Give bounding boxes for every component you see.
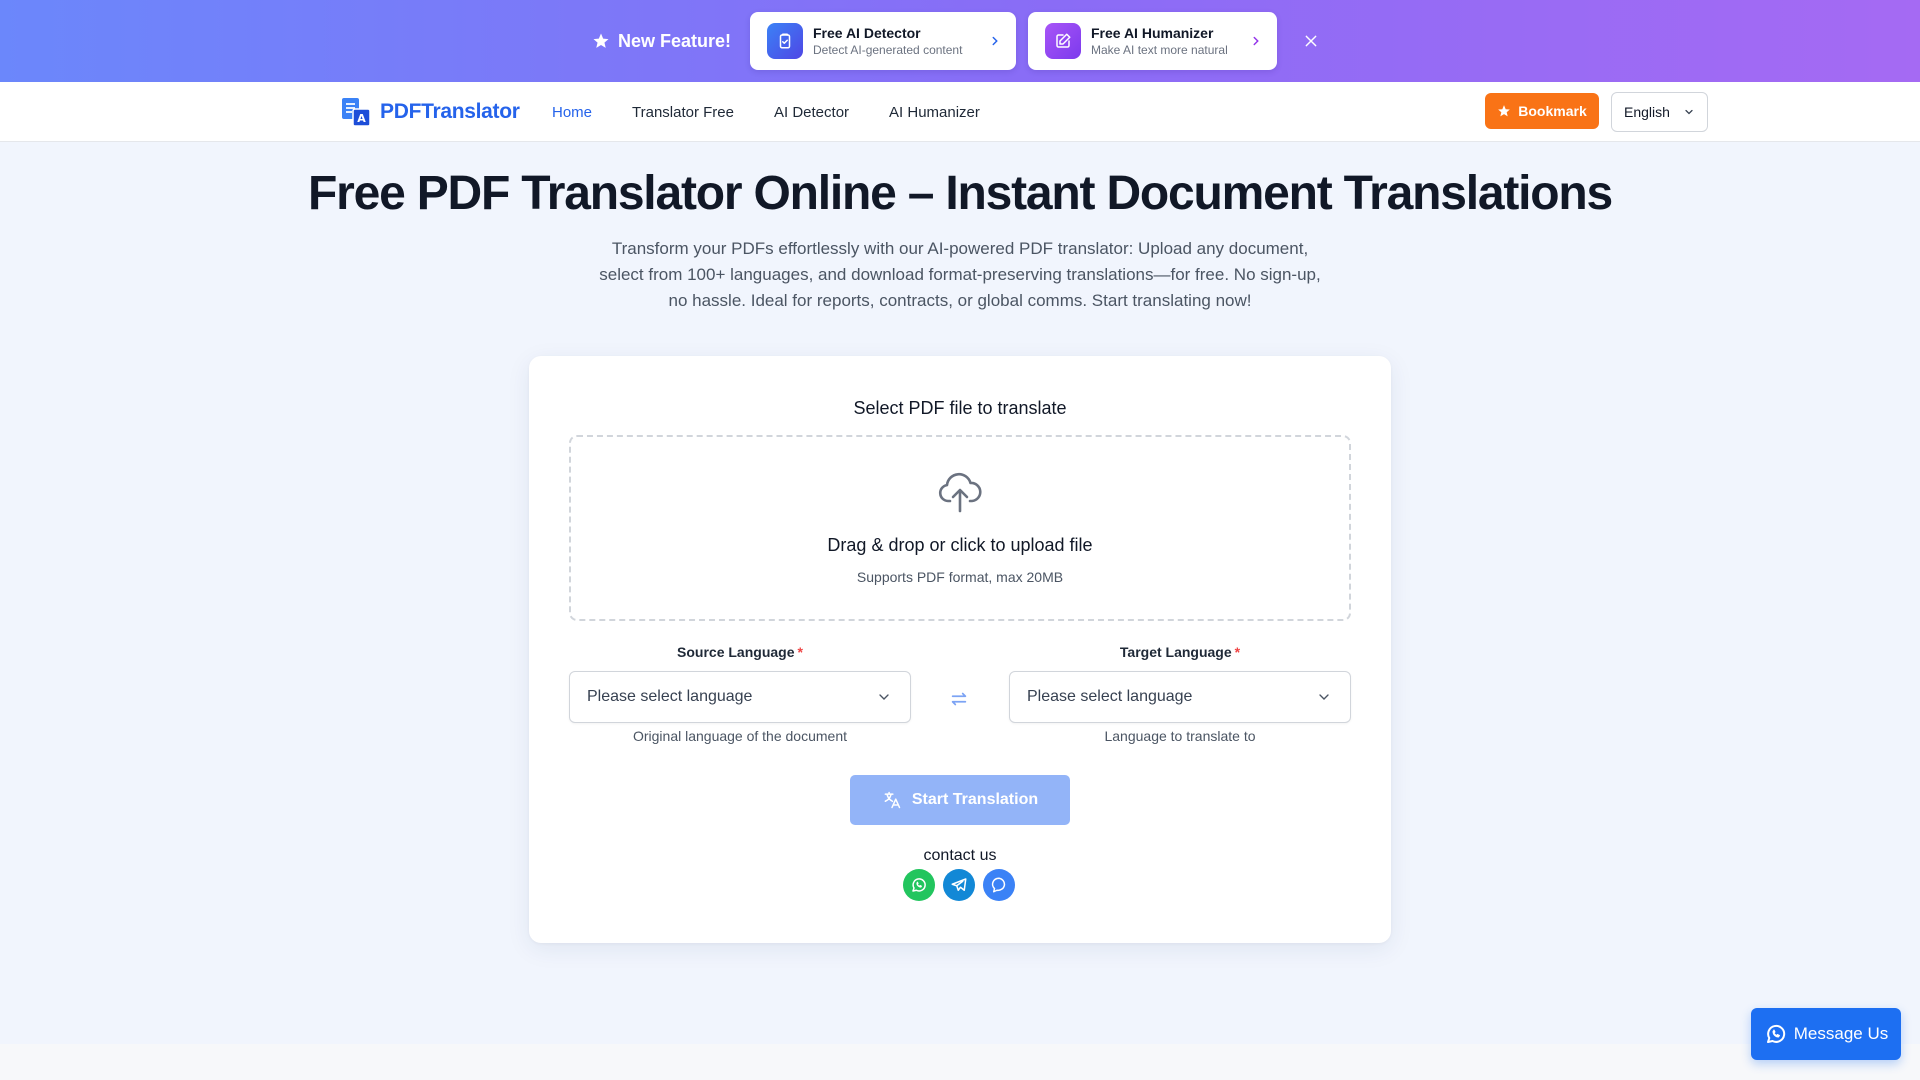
contact-icons xyxy=(903,869,1015,901)
source-language-placeholder: Please select language xyxy=(587,688,753,705)
target-language-help: Language to translate to xyxy=(1104,728,1256,744)
file-dropzone[interactable]: Drag & drop or click to upload file Supp… xyxy=(569,435,1351,621)
nav-link-translator-free[interactable]: Translator Free xyxy=(632,104,734,121)
close-banner-button[interactable] xyxy=(1300,30,1322,52)
bookmark-label: Bookmark xyxy=(1518,103,1587,119)
translate-icon xyxy=(884,791,901,809)
language-value: English xyxy=(1624,104,1670,120)
dropzone-title: Drag & drop or click to upload file xyxy=(827,535,1093,555)
dropzone-subtitle: Supports PDF format, max 20MB xyxy=(856,569,1064,585)
source-language-label: Source Language * xyxy=(677,644,803,660)
required-mark: * xyxy=(797,644,803,660)
logo-text: PDFTranslator xyxy=(380,100,520,123)
star-icon xyxy=(593,33,609,48)
whatsapp-icon xyxy=(912,878,926,892)
bookmark-button[interactable]: Bookmark xyxy=(1485,93,1599,129)
footer-band xyxy=(0,1044,1920,1080)
ai-detector-title: Free AI Detector xyxy=(813,25,921,41)
chevron-right-icon xyxy=(992,36,998,46)
source-language-help: Original language of the document xyxy=(632,728,848,744)
top-nav: A PDFTranslator Home Translator Free AI … xyxy=(0,82,1920,142)
message-us-label: Message Us xyxy=(1793,1024,1889,1043)
ai-detector-subtitle: Detect AI-generated content xyxy=(813,43,963,57)
new-feature-label: New Feature! xyxy=(592,26,731,56)
required-mark: * xyxy=(1234,644,1241,660)
new-feature-text: New Feature! xyxy=(618,30,732,51)
close-icon xyxy=(1305,35,1317,47)
language-select[interactable]: English xyxy=(1611,92,1708,132)
telegram-icon xyxy=(951,878,967,891)
page-title: Free PDF Translator Online – Instant Doc… xyxy=(307,167,1613,220)
chevron-right-icon xyxy=(1253,36,1259,46)
swap-icon xyxy=(951,692,967,706)
logo-icon: A xyxy=(342,98,371,127)
swap-languages-button[interactable] xyxy=(948,688,970,710)
message-us-button[interactable]: Message Us xyxy=(1751,1008,1901,1060)
chevron-down-icon xyxy=(879,694,889,700)
promo-banner: New Feature! Free AI Detector Detect AI-… xyxy=(0,0,1920,82)
ai-humanizer-subtitle: Make AI text more natural xyxy=(1091,43,1228,57)
card-title: Select PDF file to translate xyxy=(853,398,1067,418)
contact-label: contact us xyxy=(923,847,997,864)
ai-humanizer-card[interactable]: Free AI Humanizer Make AI text more natu… xyxy=(1028,12,1277,70)
chevron-down-icon xyxy=(1685,109,1693,115)
edit-icon xyxy=(1045,23,1081,59)
logo[interactable]: A PDFTranslator xyxy=(340,96,520,128)
ai-humanizer-title: Free AI Humanizer xyxy=(1091,25,1214,41)
clipboard-check-icon xyxy=(767,23,803,59)
ai-detector-card[interactable]: Free AI Detector Detect AI-generated con… xyxy=(750,12,1016,70)
start-translation-label: Start Translation xyxy=(911,791,1039,808)
nav-links: Home Translator Free AI Detector AI Huma… xyxy=(552,82,1020,142)
source-language-select[interactable]: Please select language xyxy=(569,671,911,723)
whatsapp-button[interactable] xyxy=(903,869,935,901)
messenger-icon xyxy=(991,877,1006,893)
star-icon xyxy=(1498,105,1511,117)
chevron-down-icon xyxy=(1319,694,1329,700)
page-description: Transform your PDFs effortlessly with ou… xyxy=(599,239,1321,310)
whatsapp-icon xyxy=(1766,1024,1785,1043)
start-translation-button[interactable]: Start Translation xyxy=(850,775,1070,825)
target-language-label: Target Language * xyxy=(1119,644,1241,660)
messenger-button[interactable] xyxy=(983,869,1015,901)
cloud-upload-icon xyxy=(938,472,982,513)
translate-card: Select PDF file to translate Drag & drop… xyxy=(529,356,1391,943)
nav-link-ai-detector[interactable]: AI Detector xyxy=(774,104,849,121)
nav-link-home[interactable]: Home xyxy=(552,104,592,121)
target-language-select[interactable]: Please select language xyxy=(1009,671,1351,723)
svg-text:A: A xyxy=(357,112,366,125)
nav-link-ai-humanizer[interactable]: AI Humanizer xyxy=(889,104,980,121)
telegram-button[interactable] xyxy=(943,869,975,901)
target-language-placeholder: Please select language xyxy=(1027,688,1193,705)
